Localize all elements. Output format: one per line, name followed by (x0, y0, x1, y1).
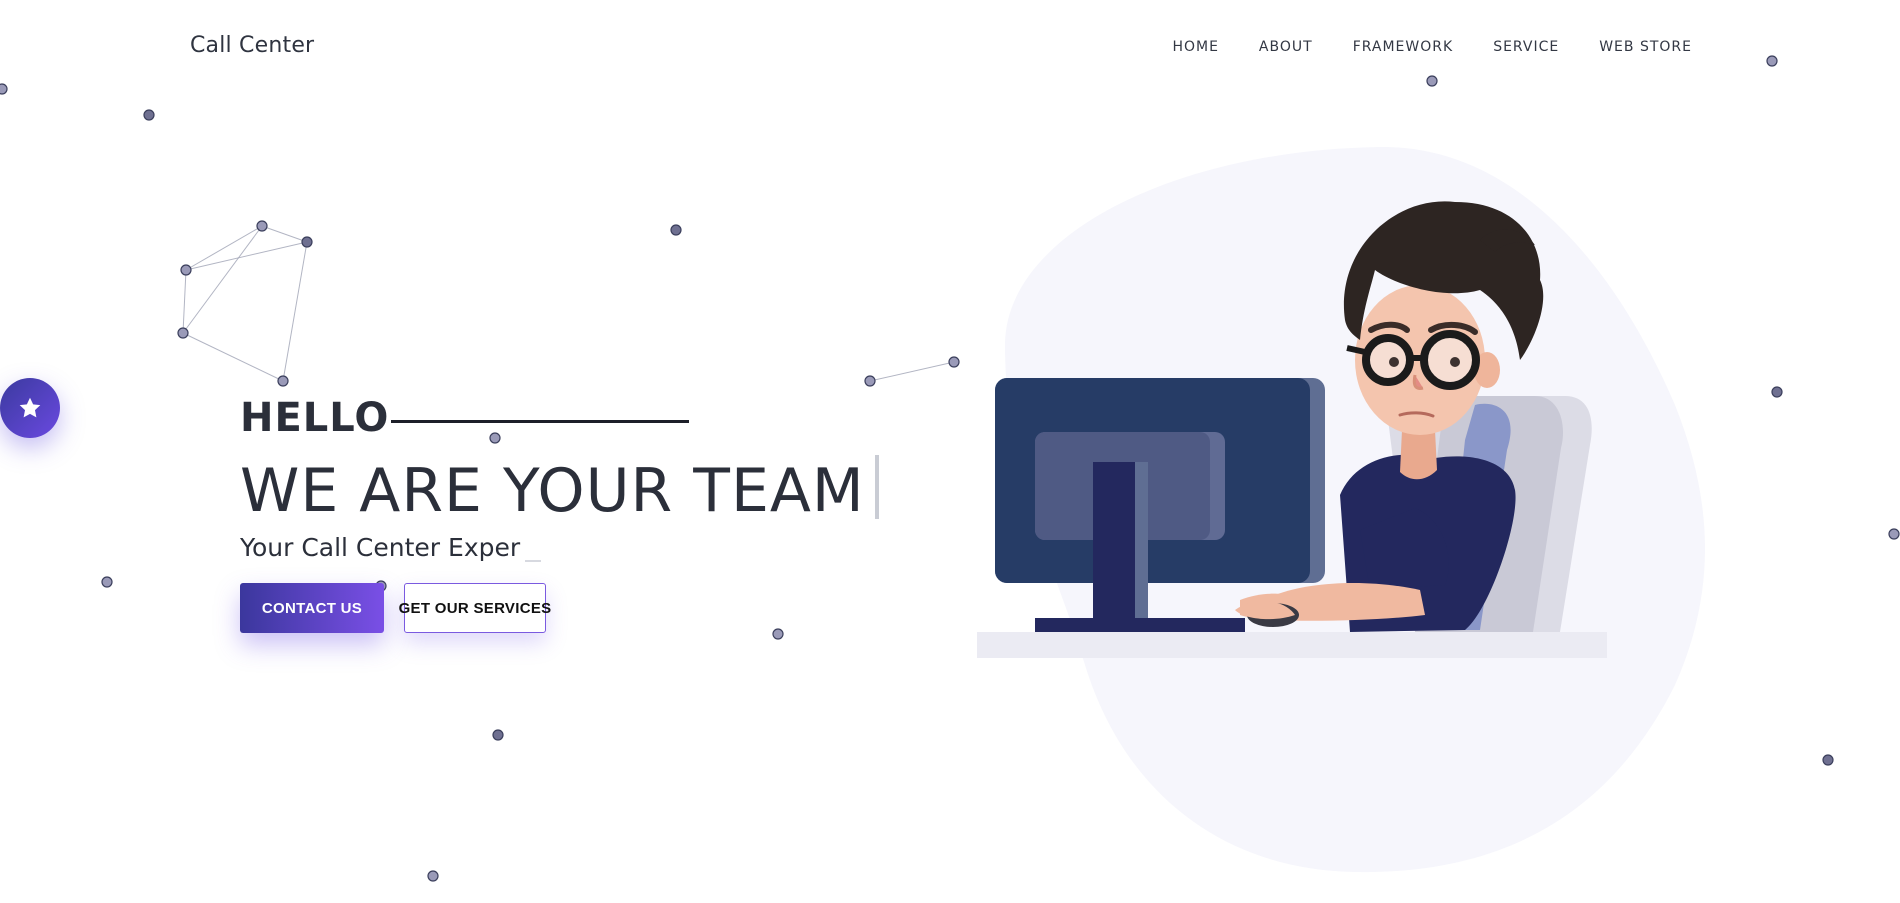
nav-about[interactable]: ABOUT (1259, 39, 1313, 55)
nav-framework[interactable]: FRAMEWORK (1353, 39, 1454, 55)
subtitle-typing-caret (525, 560, 542, 562)
nav-web-store[interactable]: WEB STORE (1599, 39, 1692, 55)
hero-headline-text: WE ARE YOUR TEAM (240, 456, 865, 526)
nav-service[interactable]: SERVICE (1493, 39, 1559, 55)
hero-headline: WE ARE YOUR TEAM (240, 455, 879, 526)
site-header: Call Center HOME ABOUT FRAMEWORK SERVICE… (0, 0, 1900, 95)
floating-favorite-button[interactable] (0, 378, 60, 438)
hero-subtitle: Your Call Center Exper (240, 533, 542, 562)
typing-caret (874, 455, 879, 519)
nav-home[interactable]: HOME (1172, 39, 1218, 55)
main-navigation: HOME ABOUT FRAMEWORK SERVICE WEB STORE (1172, 39, 1692, 55)
hello-underline (391, 419, 690, 423)
hello-heading: HELLO (240, 395, 690, 441)
get-our-services-button[interactable]: GET OUR SERVICES (399, 583, 551, 633)
contact-us-button[interactable]: CONTACT US (240, 583, 384, 633)
hero-subtitle-text: Your Call Center Exper (240, 533, 521, 562)
call-center-agent-illustration (977, 201, 1607, 658)
brand-logo-text[interactable]: Call Center (190, 33, 314, 58)
star-icon (19, 397, 41, 418)
particle-links (182, 225, 955, 382)
hello-text: HELLO (240, 395, 390, 441)
